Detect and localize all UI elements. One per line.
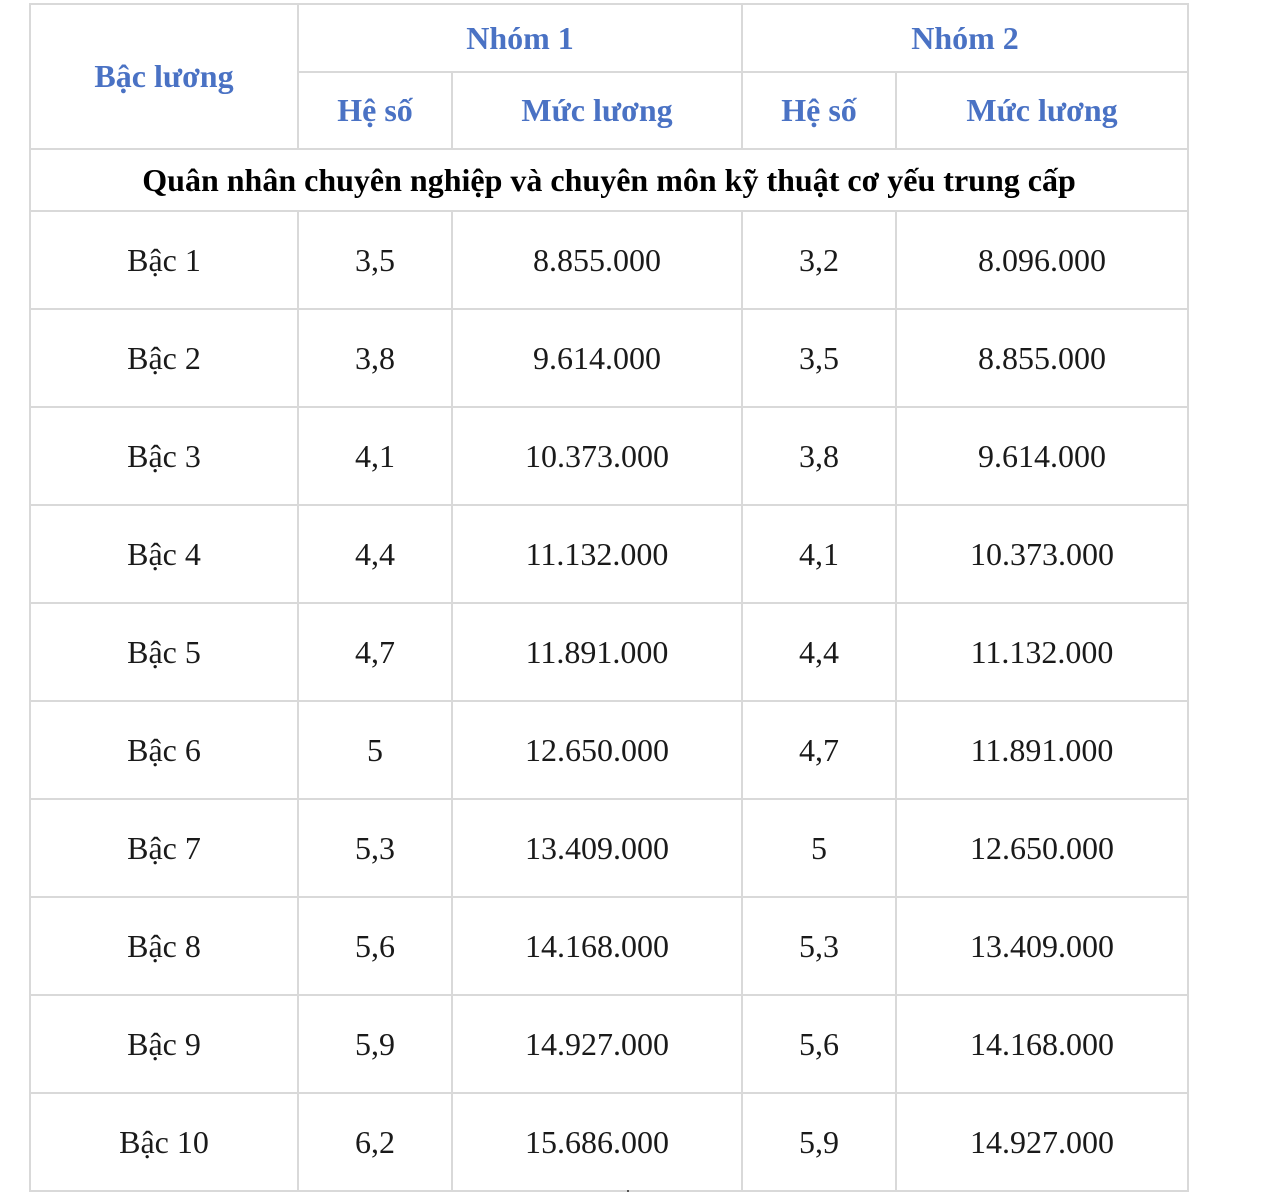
- salary-table: Bậc lương Nhóm 1 Nhóm 2 Hệ số Mức lương …: [29, 3, 1189, 1192]
- g2-coef-cell: 5: [741, 798, 897, 898]
- level-cell: Bậc 8: [29, 896, 299, 996]
- g1-salary-cell: 14.927.000: [451, 994, 743, 1094]
- header-g2-salary: Mức lương: [895, 71, 1189, 150]
- stray-dot: [627, 1190, 629, 1192]
- g1-salary-cell: 12.650.000: [451, 700, 743, 800]
- g1-salary-cell: 14.168.000: [451, 896, 743, 996]
- table-row: Bậc 4 4,4 11.132.000 4,1 10.373.000: [29, 504, 1189, 604]
- g2-salary-cell: 12.650.000: [895, 798, 1189, 898]
- level-cell: Bậc 3: [29, 406, 299, 506]
- g2-salary-cell: 14.168.000: [895, 994, 1189, 1094]
- table-row: Bậc 7 5,3 13.409.000 5 12.650.000: [29, 798, 1189, 898]
- g1-salary-cell: 15.686.000: [451, 1092, 743, 1192]
- level-cell: Bậc 4: [29, 504, 299, 604]
- table-row: Bậc 3 4,1 10.373.000 3,8 9.614.000: [29, 406, 1189, 506]
- section-title: Quân nhân chuyên nghiệp và chuyên môn kỹ…: [29, 148, 1189, 212]
- g2-salary-cell: 11.132.000: [895, 602, 1189, 702]
- table-row: Bậc 6 5 12.650.000 4,7 11.891.000: [29, 700, 1189, 800]
- g2-coef-cell: 5,6: [741, 994, 897, 1094]
- header-level: Bậc lương: [29, 3, 299, 150]
- g2-salary-cell: 10.373.000: [895, 504, 1189, 604]
- table-row: Bậc 8 5,6 14.168.000 5,3 13.409.000: [29, 896, 1189, 996]
- level-cell: Bậc 6: [29, 700, 299, 800]
- g2-coef-cell: 4,7: [741, 700, 897, 800]
- g1-salary-cell: 13.409.000: [451, 798, 743, 898]
- table-row: Bậc 9 5,9 14.927.000 5,6 14.168.000: [29, 994, 1189, 1094]
- g2-salary-cell: 9.614.000: [895, 406, 1189, 506]
- g2-coef-cell: 4,1: [741, 504, 897, 604]
- header-g2-coef: Hệ số: [741, 71, 897, 150]
- g2-coef-cell: 3,2: [741, 210, 897, 310]
- g2-coef-cell: 5,3: [741, 896, 897, 996]
- g2-salary-cell: 14.927.000: [895, 1092, 1189, 1192]
- g1-salary-cell: 10.373.000: [451, 406, 743, 506]
- header-g1-salary: Mức lương: [451, 71, 743, 150]
- section-row: Quân nhân chuyên nghiệp và chuyên môn kỹ…: [29, 148, 1189, 212]
- g2-coef-cell: 3,5: [741, 308, 897, 408]
- g1-salary-cell: 11.132.000: [451, 504, 743, 604]
- g1-coef-cell: 3,8: [297, 308, 453, 408]
- table-row: Bậc 2 3,8 9.614.000 3,5 8.855.000: [29, 308, 1189, 408]
- g1-salary-cell: 8.855.000: [451, 210, 743, 310]
- g1-coef-cell: 5,6: [297, 896, 453, 996]
- g2-coef-cell: 4,4: [741, 602, 897, 702]
- g1-salary-cell: 11.891.000: [451, 602, 743, 702]
- header-group-2: Nhóm 2: [741, 3, 1189, 73]
- table-row: Bậc 10 6,2 15.686.000 5,9 14.927.000: [29, 1092, 1189, 1192]
- g1-coef-cell: 4,4: [297, 504, 453, 604]
- level-cell: Bậc 10: [29, 1092, 299, 1192]
- table-row: Bậc 5 4,7 11.891.000 4,4 11.132.000: [29, 602, 1189, 702]
- g2-salary-cell: 11.891.000: [895, 700, 1189, 800]
- header-row-groups: Bậc lương Nhóm 1 Nhóm 2: [29, 3, 1189, 150]
- g1-coef-cell: 5: [297, 700, 453, 800]
- table-row: Bậc 1 3,5 8.855.000 3,2 8.096.000: [29, 210, 1189, 310]
- level-cell: Bậc 7: [29, 798, 299, 898]
- level-cell: Bậc 9: [29, 994, 299, 1094]
- level-cell: Bậc 2: [29, 308, 299, 408]
- g1-salary-cell: 9.614.000: [451, 308, 743, 408]
- level-cell: Bậc 5: [29, 602, 299, 702]
- g2-salary-cell: 8.096.000: [895, 210, 1189, 310]
- table-body: Quân nhân chuyên nghiệp và chuyên môn kỹ…: [29, 148, 1189, 1192]
- level-cell: Bậc 1: [29, 210, 299, 310]
- g1-coef-cell: 4,1: [297, 406, 453, 506]
- g1-coef-cell: 3,5: [297, 210, 453, 310]
- g1-coef-cell: 5,3: [297, 798, 453, 898]
- g2-salary-cell: 8.855.000: [895, 308, 1189, 408]
- g1-coef-cell: 5,9: [297, 994, 453, 1094]
- g1-coef-cell: 4,7: [297, 602, 453, 702]
- g2-salary-cell: 13.409.000: [895, 896, 1189, 996]
- header-g1-coef: Hệ số: [297, 71, 453, 150]
- g1-coef-cell: 6,2: [297, 1092, 453, 1192]
- header-group-1: Nhóm 1: [297, 3, 743, 73]
- g2-coef-cell: 5,9: [741, 1092, 897, 1192]
- g2-coef-cell: 3,8: [741, 406, 897, 506]
